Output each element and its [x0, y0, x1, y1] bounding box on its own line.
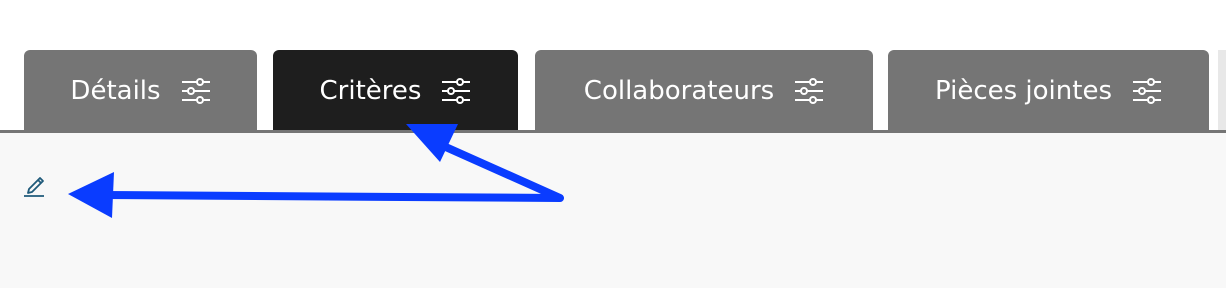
tab-details[interactable]: Détails	[24, 50, 257, 131]
sliders-icon	[1132, 77, 1162, 104]
tab-label: Collaborateurs	[583, 75, 775, 106]
tab-bar: Détails Critères Collaborateurs Pièces j…	[0, 0, 1226, 131]
tab-content-panel	[0, 133, 1226, 288]
tab-pieces-jointes[interactable]: Pièces jointes	[888, 50, 1209, 131]
tab-label: Détails	[70, 75, 161, 106]
tab-criteres[interactable]: Critères	[273, 50, 518, 131]
tab-label: Critères	[319, 75, 422, 106]
sliders-icon	[794, 77, 824, 104]
edit-button[interactable]	[22, 172, 48, 198]
tab-collaborateurs[interactable]: Collaborateurs	[535, 50, 873, 131]
sliders-icon	[441, 77, 471, 104]
pencil-edit-icon	[24, 177, 44, 197]
tab-overflow-edge	[1218, 50, 1226, 131]
sliders-icon	[181, 77, 211, 104]
tab-label: Pièces jointes	[935, 75, 1112, 106]
